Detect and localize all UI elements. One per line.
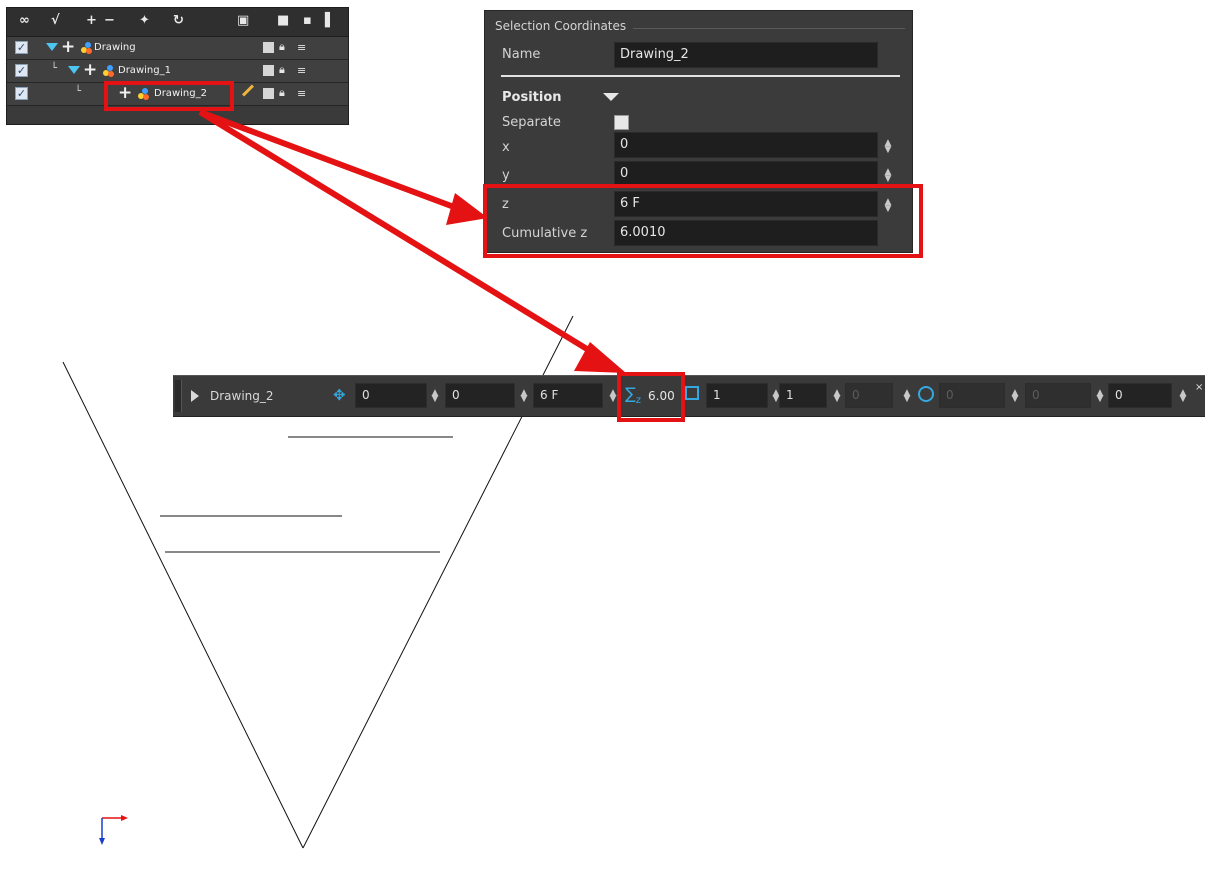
toolbar-grip[interactable] — [175, 380, 182, 412]
layer-properties-toolbar: Drawing_2 ✥ 0 ▲ ▼ 0 ▲ ▼ 6 F ▲ ▼ ∑z 6.00 1 ▲… — [173, 375, 1205, 417]
rotation-spinner: ▲ ▼ — [1011, 388, 1019, 404]
layer-name-label: Drawing_2 — [210, 389, 274, 403]
z-spinner[interactable]: ▲ ▼ — [609, 389, 617, 404]
canvas-stroke-left — [62, 361, 304, 849]
scale-z-field: 0 — [845, 383, 893, 408]
x-position-field[interactable]: 0 — [355, 383, 427, 408]
y-position-field[interactable]: 0 — [445, 383, 515, 408]
skew-field: 0 — [1025, 383, 1091, 408]
scale-y-field[interactable]: 1 — [779, 383, 827, 408]
z-position-field[interactable]: 6 F — [533, 383, 603, 408]
arrow-head-z — [446, 193, 488, 225]
close-icon[interactable]: × — [1195, 382, 1203, 393]
arrow-to-cumulative-z — [198, 109, 602, 360]
axis-y-head — [99, 838, 105, 845]
scale-y-spinner[interactable]: ▲ ▼ — [833, 389, 841, 404]
canvas-overlay — [62, 109, 626, 849]
scale-icon — [685, 386, 699, 400]
rotation-icon — [918, 386, 934, 402]
collapse-triangle-icon[interactable] — [191, 390, 199, 402]
y-spinner[interactable]: ▲ ▼ — [520, 389, 528, 404]
skew-spinner[interactable]: ▲ ▼ — [1096, 389, 1104, 404]
axis-x-head — [121, 815, 128, 821]
x-spinner[interactable]: ▲ ▼ — [431, 389, 439, 404]
scale-z-spinner: ▲ ▼ — [903, 388, 911, 404]
highlight-box-cumulative — [617, 372, 685, 422]
position-icon: ✥ — [333, 386, 346, 404]
scale-x-field[interactable]: 1 — [706, 383, 768, 408]
extra-spinner[interactable]: ▲ ▼ — [1179, 389, 1187, 404]
extra-field[interactable]: 0 — [1108, 383, 1172, 408]
rotation-field: 0 — [939, 383, 1005, 408]
